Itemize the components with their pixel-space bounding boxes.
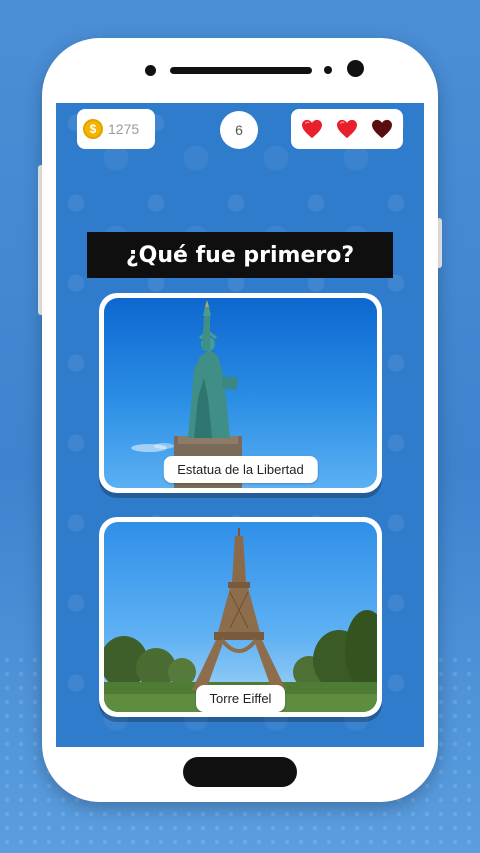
answer-option-statue-of-liberty[interactable]: Estatua de la Libertad [99,293,382,493]
game-screen: $ 1275 6 ¿Qué fue primero? Estatua de la… [56,103,424,747]
level-indicator: 6 [220,111,258,149]
phone-speaker [170,67,312,74]
heart-full-icon [302,119,323,139]
lives-counter [291,109,403,149]
heart-full-icon [336,119,357,139]
coin-amount: 1275 [108,121,140,137]
phone-home-button [183,757,297,787]
option-label: Estatua de la Libertad [163,456,318,483]
question-banner: ¿Qué fue primero? [87,232,393,278]
coin-counter: $ 1275 [77,109,155,149]
eiffel-tower-image: Torre Eiffel [104,522,377,712]
answer-option-eiffel-tower[interactable]: Torre Eiffel [99,517,382,717]
eiffel-tower-illustration [104,528,377,712]
heart-empty-icon [371,119,392,139]
coin-icon: $ [83,119,103,139]
phone-sensor [324,66,332,74]
option-label: Torre Eiffel [195,685,286,712]
phone-sensor-large [347,60,364,77]
statue-of-liberty-image: Estatua de la Libertad [104,298,377,488]
front-camera [145,65,156,76]
